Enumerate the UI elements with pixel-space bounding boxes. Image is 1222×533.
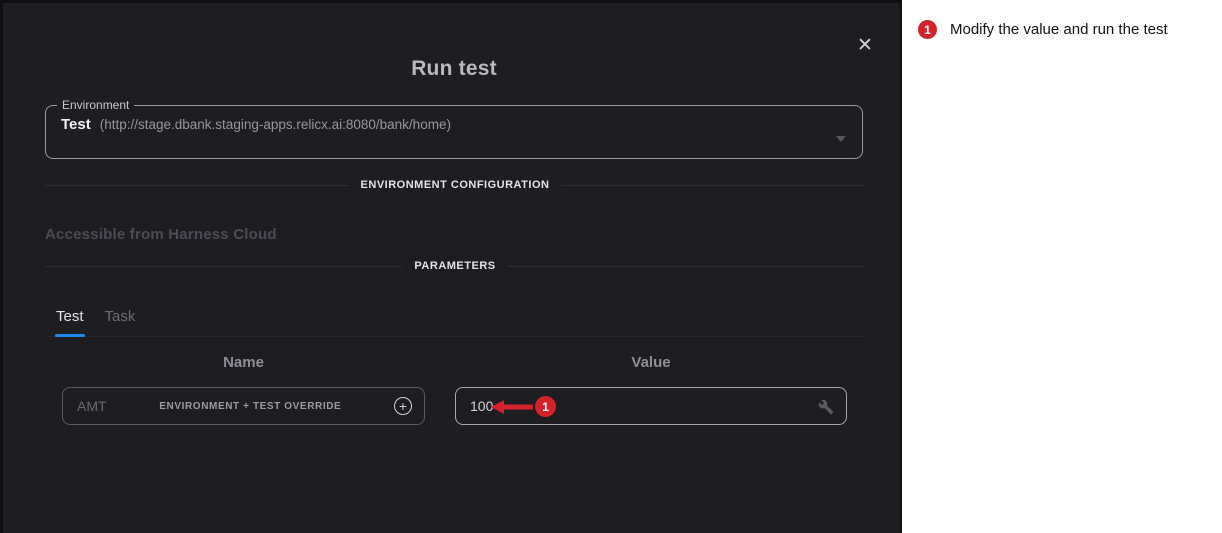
environment-selected-option[interactable]: Test (http://stage.dbank.staging-apps.re… bbox=[46, 112, 862, 133]
divider-line bbox=[508, 266, 865, 267]
instruction-step: 1 Modify the value and run the test bbox=[918, 20, 1168, 39]
chevron-down-icon[interactable] bbox=[836, 136, 846, 142]
run-test-modal: ✕ Run test Environment Test (http://stag… bbox=[0, 0, 902, 533]
param-override-badge: ENVIRONMENT + TEST OVERRIDE bbox=[107, 401, 394, 412]
divider-line bbox=[561, 185, 865, 186]
environment-configuration-label: ENVIRONMENT CONFIGURATION bbox=[361, 179, 550, 191]
value-column-header: Value bbox=[455, 354, 847, 371]
environment-configuration-divider: ENVIRONMENT CONFIGURATION bbox=[45, 178, 865, 192]
param-name-text: AMT bbox=[77, 398, 107, 414]
environment-select[interactable]: Environment Test (http://stage.dbank.sta… bbox=[45, 98, 863, 159]
tab-task[interactable]: Task bbox=[104, 300, 137, 336]
name-column-header: Name bbox=[62, 354, 425, 371]
environment-name: Test bbox=[61, 116, 91, 133]
tab-test[interactable]: Test bbox=[55, 300, 85, 336]
annotation-marker-1: 1 bbox=[535, 396, 556, 417]
annotation-arrow-icon bbox=[491, 400, 533, 419]
parameters-label: PARAMETERS bbox=[414, 260, 495, 272]
accessible-note: Accessible from Harness Cloud bbox=[45, 226, 277, 243]
parameters-divider: PARAMETERS bbox=[45, 259, 865, 273]
plus-circle-icon[interactable]: + bbox=[394, 397, 412, 415]
screen: ✕ Run test Environment Test (http://stag… bbox=[0, 0, 1222, 533]
close-icon[interactable]: ✕ bbox=[850, 30, 880, 60]
instructions-panel: 1 Modify the value and run the test bbox=[902, 0, 1222, 533]
step-number-badge: 1 bbox=[918, 20, 937, 39]
environment-url: (http://stage.dbank.staging-apps.relicx.… bbox=[100, 117, 451, 132]
param-value-input[interactable] bbox=[456, 398, 676, 414]
step-text: Modify the value and run the test bbox=[950, 21, 1168, 38]
modal-title: Run test bbox=[3, 57, 905, 81]
parameters-tab-bar: Test Task bbox=[45, 297, 865, 337]
wrench-icon[interactable] bbox=[818, 399, 834, 415]
divider-line bbox=[45, 185, 349, 186]
divider-line bbox=[45, 266, 402, 267]
param-name-field[interactable]: AMT ENVIRONMENT + TEST OVERRIDE + bbox=[62, 387, 425, 425]
environment-select-label: Environment bbox=[57, 98, 134, 112]
